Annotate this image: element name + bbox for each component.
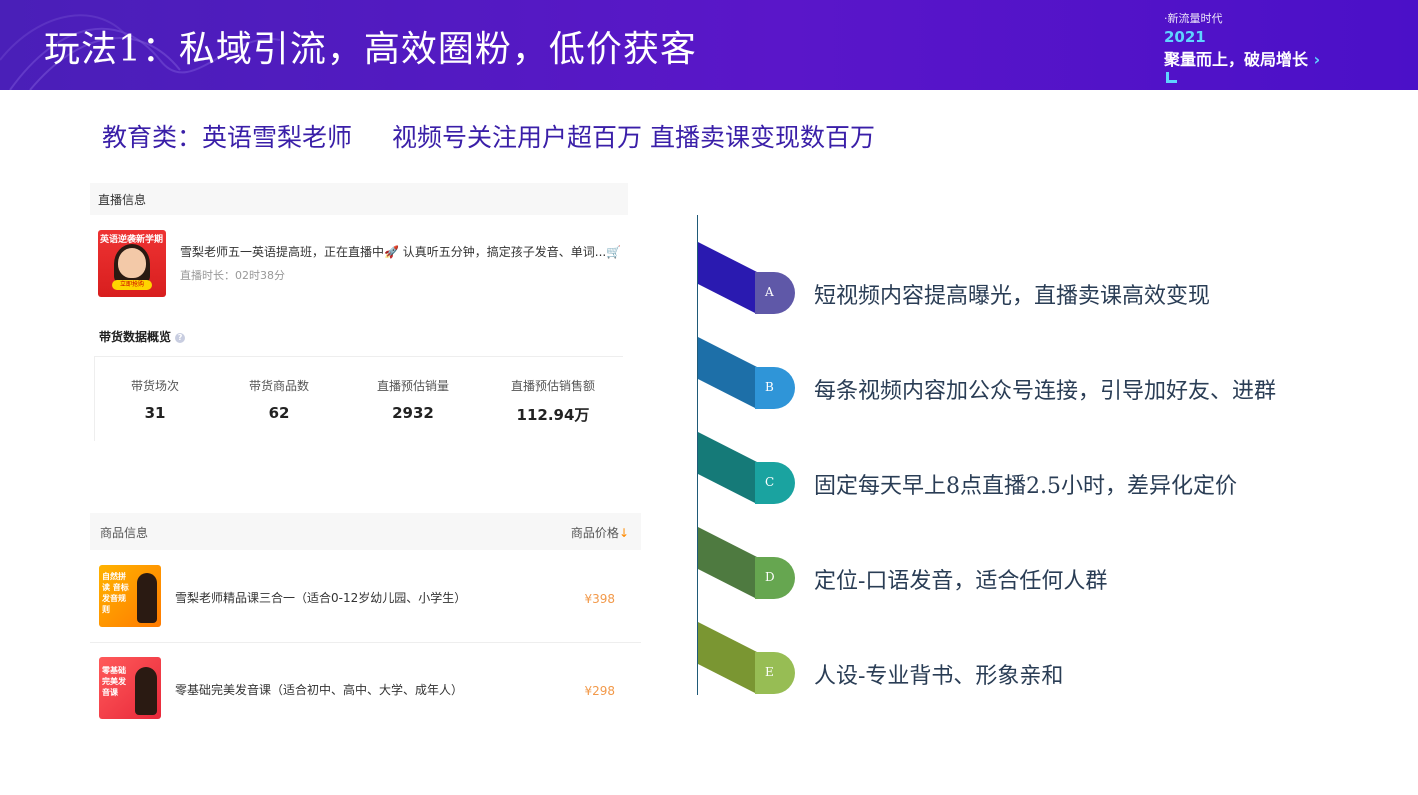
avatar-face bbox=[118, 248, 146, 278]
stats-panel: 带货场次 31 带货商品数 62 直播预估销量 2932 直播预估销售额 112… bbox=[94, 356, 623, 441]
point-badge: C bbox=[755, 462, 795, 504]
ribbon-shape bbox=[698, 527, 757, 599]
price-sort-header[interactable]: 商品价格↓ bbox=[571, 524, 629, 541]
table-row[interactable]: 自然拼读 音标 发音规则 雪梨老师精品课三合一（适合0-12岁幼儿园、小学生） … bbox=[90, 559, 641, 639]
stat-label: 直播预估销量 bbox=[376, 379, 449, 393]
point-letter: E bbox=[765, 665, 774, 679]
stat-sessions: 带货场次 31 bbox=[95, 377, 215, 422]
case-subtitle: 教育类：英语雪梨老师 视频号关注用户超百万 直播卖课变现数百万 bbox=[102, 118, 875, 154]
header-banner: 玩法1：私域引流，高效圈粉，低价获客 ·新流量时代 2021 聚量而上，破局增长… bbox=[0, 0, 1418, 90]
live-info-header: 直播信息 bbox=[90, 183, 628, 215]
point-badge: E bbox=[755, 652, 795, 694]
point-badge: A bbox=[755, 272, 795, 314]
thumb-caption: 自然拼读 音标 发音规则 bbox=[102, 572, 129, 614]
avatar bbox=[137, 573, 157, 623]
goods-info-header: 商品信息 bbox=[100, 526, 149, 540]
stat-label: 直播预估销售额 bbox=[510, 379, 595, 393]
product-name: 雪梨老师精品课三合一（适合0-12岁幼儿园、小学生） bbox=[175, 591, 467, 605]
point-b: B 每条视频内容加公众号连接，引导加好友、进群 bbox=[697, 337, 1397, 417]
brand-tagline: ·新流量时代 bbox=[1164, 12, 1223, 25]
cart-icon: 🛒 bbox=[606, 245, 622, 259]
stat-value: 2932 bbox=[392, 404, 434, 422]
avatar bbox=[135, 667, 157, 715]
live-title-text: 雪梨老师五一英语提高班，正在直播中🚀 认真听五分钟，搞定孩子发音、单词... bbox=[180, 245, 607, 259]
overview-title-text: 带货数据概览 bbox=[99, 330, 172, 344]
chevron-right-icon: › bbox=[1313, 50, 1321, 69]
product-price: ¥298 bbox=[584, 684, 615, 698]
point-letter: C bbox=[765, 475, 775, 489]
overview-title: 带货数据概览? bbox=[99, 328, 186, 345]
help-icon[interactable]: ? bbox=[175, 333, 186, 343]
row-divider bbox=[90, 642, 641, 643]
goods-table-header: 商品信息 商品价格↓ bbox=[90, 513, 641, 550]
live-title[interactable]: 雪梨老师五一英语提高班，正在直播中🚀 认真听五分钟，搞定孩子发音、单词...🛒 bbox=[180, 243, 621, 260]
case-highlight: 视频号关注用户超百万 直播卖课变现数百万 bbox=[392, 123, 875, 152]
brand-year: 2021 bbox=[1164, 28, 1206, 46]
point-d: D 定位-口语发音，适合任何人群 bbox=[697, 527, 1397, 607]
product-name: 零基础完美发音课（适合初中、高中、大学、成年人） bbox=[175, 683, 464, 697]
product-thumbnail: 零基础 完美发音课 bbox=[99, 657, 161, 719]
stat-label: 带货场次 bbox=[130, 379, 179, 393]
ribbon-shape bbox=[698, 622, 757, 694]
sort-down-icon: ↓ bbox=[618, 526, 629, 540]
stat-value: 112.94万 bbox=[516, 406, 590, 424]
stat-sales-volume: 直播预估销量 2932 bbox=[353, 377, 473, 422]
live-duration: 直播时长：02时38分 bbox=[180, 269, 285, 282]
ribbon-shape bbox=[698, 432, 757, 504]
point-text: 定位-口语发音，适合任何人群 bbox=[814, 569, 1108, 594]
point-badge: B bbox=[755, 367, 795, 409]
point-text: 人设-专业背书、形象亲和 bbox=[814, 664, 1064, 689]
case-category: 教育类：英语雪梨老师 bbox=[102, 123, 353, 152]
point-text: 固定每天早上8点直播2.5小时，差异化定价 bbox=[814, 474, 1237, 499]
ribbon-shape bbox=[698, 337, 757, 409]
live-thumbnail[interactable]: 英语逆袭新学期 立即抢购 bbox=[98, 230, 166, 297]
page-title: 玩法1：私域引流，高效圈粉，低价获客 bbox=[44, 29, 697, 70]
point-letter: A bbox=[765, 285, 774, 299]
product-price: ¥398 bbox=[584, 592, 615, 606]
stat-value: 31 bbox=[144, 404, 166, 422]
brand-block: ·新流量时代 2021 聚量而上，破局增长 › bbox=[1164, 10, 1320, 83]
stat-sales-amount: 直播预估销售额 112.94万 bbox=[493, 377, 613, 425]
corner-bracket-icon bbox=[1166, 72, 1177, 83]
point-letter: B bbox=[765, 380, 774, 394]
thumb-caption: 英语逆袭新学期 bbox=[100, 235, 164, 245]
point-c: C 固定每天早上8点直播2.5小时，差异化定价 bbox=[697, 432, 1397, 512]
point-badge: D bbox=[755, 557, 795, 599]
stat-label: 带货商品数 bbox=[248, 379, 309, 393]
point-a: A 短视频内容提高曝光，直播卖课高效变现 bbox=[697, 242, 1397, 322]
brand-slogan: 聚量而上，破局增长 › bbox=[1164, 46, 1320, 70]
price-header-label: 商品价格 bbox=[570, 526, 619, 540]
point-text: 每条视频内容加公众号连接，引导加好友、进群 bbox=[814, 379, 1277, 404]
table-row[interactable]: 零基础 完美发音课 零基础完美发音课（适合初中、高中、大学、成年人） ¥298 bbox=[90, 651, 641, 731]
live-info-label: 直播信息 bbox=[98, 193, 147, 207]
thumb-buy-button: 立即抢购 bbox=[112, 280, 152, 290]
stat-value: 62 bbox=[268, 404, 290, 422]
product-thumbnail: 自然拼读 音标 发音规则 bbox=[99, 565, 161, 627]
stat-products: 带货商品数 62 bbox=[219, 377, 339, 422]
ribbon-shape bbox=[698, 242, 757, 314]
point-text: 短视频内容提高曝光，直播卖课高效变现 bbox=[814, 284, 1211, 309]
point-letter: D bbox=[765, 570, 775, 584]
point-e: E 人设-专业背书、形象亲和 bbox=[697, 622, 1397, 702]
thumb-caption: 零基础 完美发音课 bbox=[102, 666, 126, 697]
brand-slogan-text: 聚量而上，破局增长 bbox=[1164, 50, 1309, 69]
